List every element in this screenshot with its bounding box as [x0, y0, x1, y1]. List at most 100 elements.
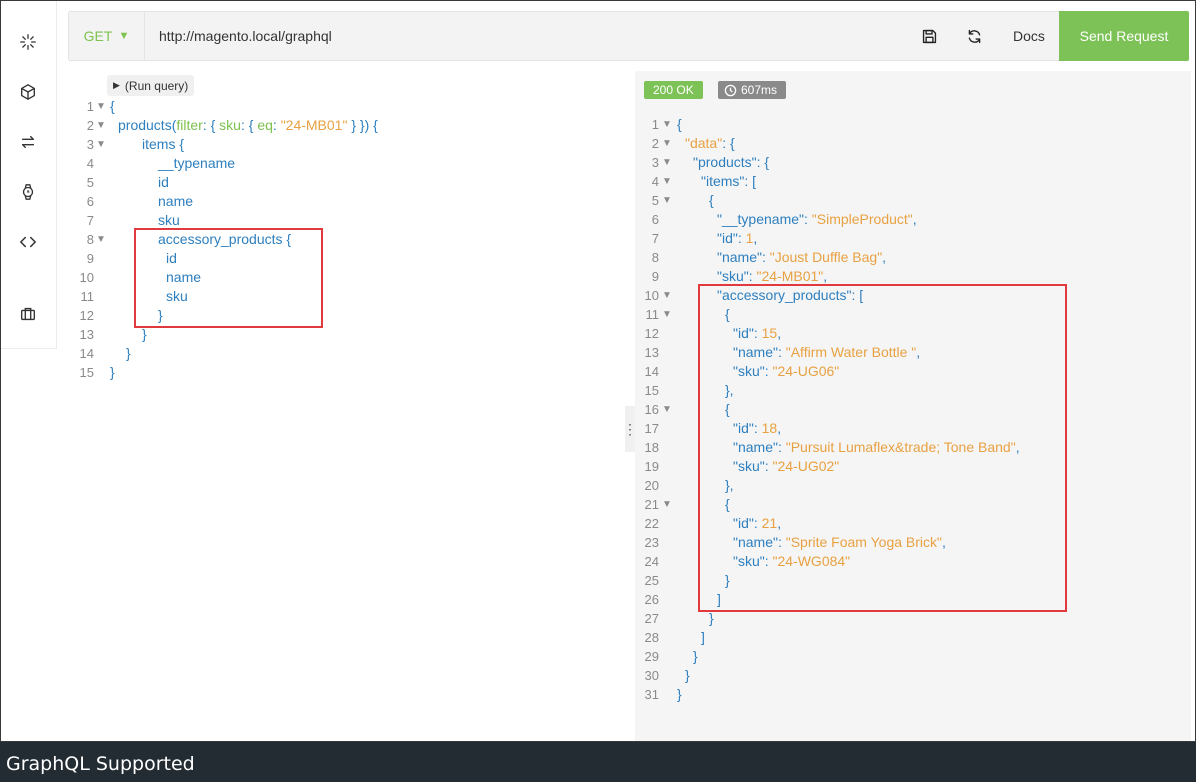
code-line: __typename	[158, 154, 235, 173]
briefcase-icon[interactable]	[17, 303, 39, 325]
url-bar: GET ▼ http://magento.local/graphql Docs …	[68, 11, 1189, 61]
line-number: 16	[644, 402, 659, 417]
run-query-label: (Run query)	[124, 78, 189, 93]
code-token: items {	[142, 136, 185, 152]
code-token: "Joust Duffle Bag"	[769, 249, 883, 265]
clock-icon	[724, 84, 737, 96]
fold-toggle-icon[interactable]: ▼	[662, 286, 672, 305]
save-icon[interactable]	[919, 26, 939, 46]
line-number: 7	[651, 231, 659, 246]
fold-toggle-icon[interactable]: ▼	[662, 115, 672, 134]
code-line: id	[158, 173, 169, 192]
fold-toggle-icon[interactable]: ▼	[96, 135, 106, 154]
time-badge: 607ms	[718, 81, 787, 99]
method-label: GET	[83, 28, 113, 44]
code-line: {	[709, 191, 714, 210]
line-number: 13	[79, 327, 94, 342]
code-line: }	[677, 685, 682, 704]
line-number: 20	[644, 478, 659, 493]
line-number: 14	[79, 346, 94, 361]
line-number: 25	[644, 573, 659, 588]
line-number: 10	[644, 288, 659, 303]
code-line: "data": {	[685, 134, 735, 153]
code-token: "data"	[685, 135, 723, 151]
code-token: ,	[882, 249, 887, 265]
fold-toggle-icon[interactable]: ▼	[662, 305, 672, 324]
code-token: sku	[158, 212, 180, 228]
line-number: 24	[644, 554, 659, 569]
line-number: 4	[651, 174, 659, 189]
code-token: ,	[823, 268, 828, 284]
fold-toggle-icon[interactable]: ▼	[662, 172, 672, 191]
docs-button[interactable]: Docs	[1013, 12, 1045, 60]
line-number: 21	[644, 497, 659, 512]
code-line: }	[685, 666, 690, 685]
line-number: 3	[86, 137, 94, 152]
watch-icon[interactable]	[17, 181, 39, 203]
highlight-box	[134, 228, 323, 328]
refresh-icon[interactable]	[964, 26, 984, 46]
code-token: "__typename":	[717, 211, 812, 227]
line-number: 5	[651, 193, 659, 208]
send-request-button[interactable]: Send Request	[1059, 11, 1189, 61]
code-token: {	[709, 192, 714, 208]
code-token: : {	[240, 117, 258, 133]
line-number: 29	[644, 649, 659, 664]
fold-toggle-icon[interactable]: ▼	[662, 191, 672, 210]
line-number: 31	[644, 687, 659, 702]
code-token: }	[142, 326, 147, 342]
code-token: :	[272, 117, 281, 133]
cube-icon[interactable]	[17, 81, 39, 103]
code-token: ]	[701, 629, 705, 645]
caption-bar: GraphQL Supported	[0, 742, 1196, 782]
line-number: 17	[644, 421, 659, 436]
code-token: name	[158, 193, 194, 209]
line-number: 12	[79, 308, 94, 323]
query-editor[interactable]: ▶ (Run query) 1 ▼{2 ▼ products(filter: { sk…	[68, 71, 628, 741]
code-line: products(filter: { sku: { eq: "24-MB01" …	[118, 116, 378, 135]
code-line: }	[693, 647, 698, 666]
line-number: 1	[86, 99, 94, 114]
line-number: 8	[651, 250, 659, 265]
code-icon[interactable]	[17, 231, 39, 253]
fold-toggle-icon[interactable]: ▼	[662, 495, 672, 514]
code-token: products(	[118, 117, 177, 133]
loader-icon[interactable]	[17, 31, 39, 53]
line-number: 27	[644, 611, 659, 626]
fold-toggle-icon[interactable]: ▼	[662, 134, 672, 153]
fold-toggle-icon[interactable]: ▼	[96, 97, 106, 116]
code-token: }	[709, 610, 714, 626]
code-token: "sku":	[717, 268, 757, 284]
fold-toggle-icon[interactable]: ▼	[96, 116, 106, 135]
line-number: 10	[79, 270, 94, 285]
code-line: ]	[701, 628, 705, 647]
line-number: 15	[644, 383, 659, 398]
line-number: 28	[644, 630, 659, 645]
fold-toggle-icon[interactable]: ▼	[662, 153, 672, 172]
code-token: }	[126, 345, 131, 361]
method-dropdown[interactable]: GET ▼	[69, 12, 145, 60]
code-token: {	[677, 116, 682, 132]
code-line: "__typename": "SimpleProduct",	[717, 210, 917, 229]
code-token: "name":	[717, 249, 770, 265]
code-token: id	[158, 174, 169, 190]
code-line: {	[110, 97, 115, 116]
url-input[interactable]: http://magento.local/graphql	[159, 12, 332, 60]
swap-icon[interactable]	[17, 131, 39, 153]
line-number: 6	[651, 212, 659, 227]
line-number: 26	[644, 592, 659, 607]
code-line: "id": 1,	[717, 229, 757, 248]
line-number: 9	[86, 251, 94, 266]
code-token: }	[110, 364, 115, 380]
line-number: 11	[80, 289, 95, 304]
code-token: {	[110, 98, 115, 114]
line-number: 23	[644, 535, 659, 550]
fold-toggle-icon[interactable]: ▼	[96, 230, 106, 249]
code-token: "24-MB01"	[280, 117, 348, 133]
code-line: items {	[142, 135, 184, 154]
line-number: 30	[644, 668, 659, 683]
run-query-button[interactable]: ▶ (Run query)	[107, 75, 195, 96]
icon-rail	[1, 1, 57, 349]
play-icon: ▶	[113, 80, 120, 90]
fold-toggle-icon[interactable]: ▼	[662, 400, 672, 419]
